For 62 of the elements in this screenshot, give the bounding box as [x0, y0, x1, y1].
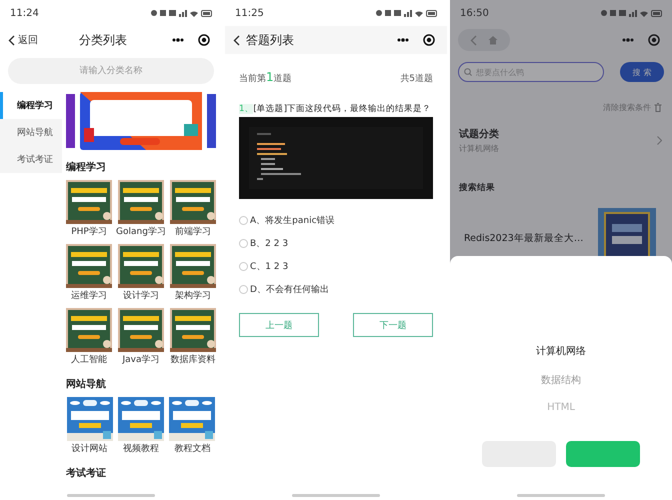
category-tile[interactable]: Java学习 [116, 308, 166, 367]
total-text: 共5道题 [400, 72, 433, 85]
answer-option[interactable]: C、1 2 3 [239, 255, 433, 278]
back-link[interactable]: 返回 [8, 33, 38, 47]
more-icon[interactable] [172, 38, 184, 42]
status-dot-icon [601, 10, 607, 16]
status-square-icon [160, 10, 166, 16]
page-title: 分类列表 [78, 32, 128, 48]
category-tile[interactable]: 设计网站 [66, 397, 114, 456]
search-icon [464, 68, 472, 76]
section-title: 搜索结果 [458, 182, 496, 194]
question-text: 1、[单选题]下面这段代码，最终输出的结果是？ [239, 103, 432, 115]
category-tile[interactable]: 运维学习 [66, 244, 112, 303]
more-icon[interactable] [622, 38, 634, 42]
sidebar-item[interactable]: 考试考证 [0, 146, 62, 173]
category-tile[interactable]: 前端学习 [170, 180, 216, 239]
wifi-icon [190, 10, 198, 16]
status-square-icon [394, 10, 401, 16]
signal-icon [179, 10, 187, 16]
section-title: 编程学习 [66, 160, 107, 174]
status-dot-icon [151, 10, 157, 16]
search-field[interactable]: 请输入分类名称 [8, 58, 214, 84]
answer-option[interactable]: D、不会有任何输出 [239, 278, 433, 301]
picker-option[interactable]: 计算机网络 [536, 344, 586, 373]
battery-icon [651, 10, 662, 16]
wifi-icon [640, 10, 648, 16]
back-icon [233, 34, 240, 46]
status-time: 16:50 [460, 8, 489, 18]
category-tile[interactable]: Golang学习 [116, 180, 166, 239]
status-square-icon [169, 10, 176, 16]
back-icon [470, 34, 477, 46]
status-square-icon [385, 10, 391, 16]
category-tile[interactable]: 人工智能 [66, 308, 112, 367]
section-title: 网站导航 [66, 377, 107, 391]
more-icon[interactable] [397, 38, 409, 42]
answer-option[interactable]: B、2 2 3 [239, 232, 433, 255]
signal-icon [404, 10, 412, 16]
battery-icon [201, 10, 212, 16]
status-time: 11:24 [10, 8, 39, 18]
status-dot-icon [376, 10, 382, 16]
category-tile[interactable]: PHP学习 [66, 180, 112, 239]
progress-text: 当前第1道题 [239, 70, 292, 85]
battery-icon [426, 10, 437, 16]
back-button[interactable] [233, 34, 240, 46]
status-square-icon [610, 10, 616, 16]
category-tile[interactable]: 设计学习 [116, 244, 166, 303]
category-tile[interactable]: 教程文档 [168, 397, 216, 456]
category-filter[interactable]: 试题分类 计算机网络 [450, 113, 672, 154]
category-tile[interactable]: 视频教程 [117, 397, 165, 456]
wifi-icon [415, 10, 423, 16]
search-button[interactable]: 搜 索 [620, 62, 664, 82]
answer-option[interactable]: A、将发生panic错误 [239, 209, 433, 232]
sidebar-item[interactable]: 网站导航 [0, 119, 62, 146]
signal-icon [629, 10, 637, 16]
category-tile[interactable]: 架构学习 [170, 244, 216, 303]
page-title: 答题列表 [246, 32, 295, 48]
section-title: 考试考证 [66, 466, 107, 480]
category-tile[interactable]: 数据库资料 [170, 308, 216, 367]
status-square-icon [619, 10, 626, 16]
back-icon [8, 34, 15, 46]
status-time: 11:25 [235, 8, 264, 18]
chevron-right-icon [657, 136, 662, 145]
